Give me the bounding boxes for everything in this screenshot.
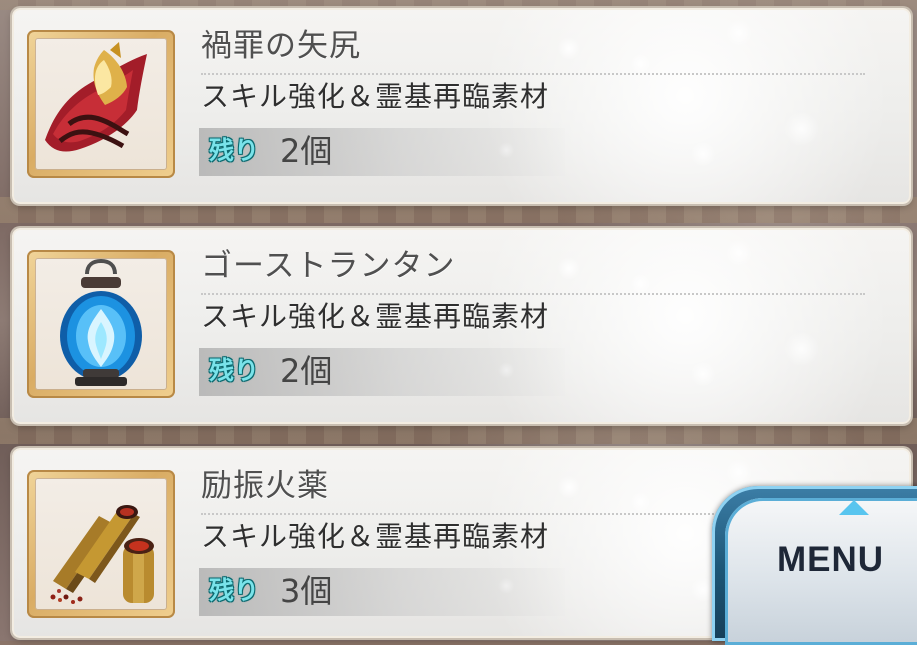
item-thumbnail bbox=[35, 478, 167, 610]
quantity-value: 2個 bbox=[280, 132, 333, 170]
item-card[interactable]: ゴーストランタン スキル強化＆霊基再臨素材 残り 2個 bbox=[12, 228, 911, 424]
item-description: スキル強化＆霊基再臨素材 bbox=[201, 300, 550, 333]
quantity-bar: 残り 2個 bbox=[199, 348, 565, 396]
quantity-label: 残り bbox=[209, 576, 260, 605]
quantity-label: 残り bbox=[209, 136, 260, 165]
item-name: 禍罪の矢尻 bbox=[201, 28, 361, 64]
item-description: スキル強化＆霊基再臨素材 bbox=[201, 80, 550, 113]
menu-label: MENU bbox=[777, 540, 885, 579]
divider bbox=[201, 293, 865, 295]
item-thumbnail-frame bbox=[27, 30, 175, 178]
item-description: スキル強化＆霊基再臨素材 bbox=[201, 520, 550, 553]
item-thumbnail-frame bbox=[27, 470, 175, 618]
quantity-bar: 残り 2個 bbox=[199, 128, 565, 176]
quantity-label: 残り bbox=[209, 356, 260, 385]
menu-panel: MENU bbox=[725, 498, 917, 645]
ghost-lantern-icon bbox=[60, 258, 142, 386]
item-card[interactable]: 禍罪の矢尻 スキル強化＆霊基再臨素材 残り 2個 bbox=[12, 8, 911, 204]
divider bbox=[201, 73, 865, 75]
chevron-up-icon bbox=[839, 500, 869, 515]
item-thumbnail-frame bbox=[27, 250, 175, 398]
item-name: ゴーストランタン bbox=[201, 248, 456, 284]
quantity-value: 2個 bbox=[280, 352, 333, 390]
item-name: 励振火薬 bbox=[201, 468, 329, 504]
quantity-value: 3個 bbox=[280, 572, 333, 610]
quantity-bar: 残り 3個 bbox=[199, 568, 565, 616]
gunpowder-icon bbox=[50, 505, 154, 604]
item-thumbnail bbox=[35, 38, 167, 170]
menu-button[interactable]: MENU bbox=[712, 486, 917, 645]
item-thumbnail bbox=[35, 258, 167, 390]
arrowhead-icon bbox=[45, 42, 147, 152]
